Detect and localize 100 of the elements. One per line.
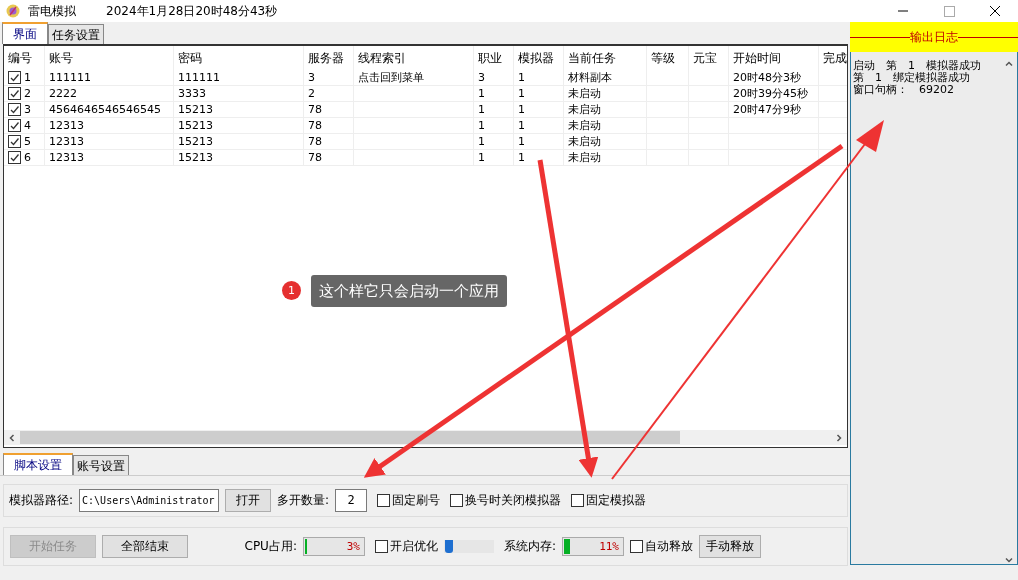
tab[interactable]: 脚本设置 bbox=[3, 453, 73, 475]
table-cell: 3 bbox=[474, 70, 514, 85]
horizontal-scrollbar[interactable] bbox=[4, 430, 847, 445]
path-field[interactable]: C:\Users\Administrator bbox=[79, 488, 220, 512]
column-header[interactable]: 服务器 bbox=[304, 46, 354, 70]
scrollbar-thumb[interactable] bbox=[20, 431, 680, 444]
row-checkbox[interactable] bbox=[8, 103, 21, 116]
table-cell: 111111 bbox=[174, 70, 304, 85]
table-cell: 5 bbox=[24, 135, 31, 148]
table-cell: 未启动 bbox=[564, 118, 647, 133]
table-cell: 1 bbox=[474, 102, 514, 117]
table-cell: 4 bbox=[24, 119, 31, 132]
meter-label: 系统内存: bbox=[503, 537, 556, 555]
table-cell: 6 bbox=[24, 151, 31, 164]
table-cell: 78 bbox=[304, 150, 354, 165]
table-cell: 20时39分45秒 bbox=[729, 86, 819, 101]
table-cell: 20时48分3秒 bbox=[729, 70, 819, 85]
checkbox-label: 自动释放 bbox=[645, 537, 693, 555]
table-cell: 2 bbox=[24, 87, 31, 100]
checkbox-label: 换号时关闭模拟器 bbox=[465, 491, 562, 509]
column-header[interactable]: 密码 bbox=[174, 46, 304, 70]
table-cell: 15213 bbox=[174, 150, 304, 165]
table-cell: 15213 bbox=[174, 102, 304, 117]
table-cell: 1 bbox=[514, 86, 564, 101]
column-header[interactable]: 当前任务 bbox=[564, 46, 647, 70]
checkbox[interactable] bbox=[571, 493, 585, 507]
table-cell: 未启动 bbox=[564, 102, 647, 117]
table-cell: 材料副本 bbox=[564, 70, 647, 85]
column-header[interactable]: 编号 bbox=[4, 46, 45, 70]
meter-reading: 11% bbox=[599, 539, 619, 553]
table-cell: 15213 bbox=[174, 134, 304, 149]
table-cell: 1 bbox=[514, 150, 564, 165]
table-cell: 1 bbox=[474, 118, 514, 133]
checkbox[interactable] bbox=[374, 539, 388, 553]
column-header[interactable]: 开始时间 bbox=[729, 46, 819, 70]
release-button[interactable]: 手动释放 bbox=[699, 534, 761, 558]
tab[interactable]: 账号设置 bbox=[73, 455, 129, 475]
stop-button[interactable]: 全部结束 bbox=[102, 534, 188, 558]
tab[interactable]: 任务设置 bbox=[48, 24, 104, 44]
row-checkbox[interactable] bbox=[8, 71, 21, 84]
scroll-up-icon[interactable] bbox=[1004, 60, 1013, 68]
table-cell: 20时47分9秒 bbox=[729, 102, 819, 117]
meter-reading: 3% bbox=[346, 539, 360, 553]
table-cell: 12313 bbox=[45, 118, 174, 133]
log-line: 窗口句柄： 69202 bbox=[853, 84, 955, 96]
table-cell: 1 bbox=[514, 102, 564, 117]
column-header[interactable]: 职业 bbox=[474, 46, 514, 70]
row-checkbox[interactable] bbox=[8, 151, 21, 164]
table-cell: 1 bbox=[514, 118, 564, 133]
scroll-down-icon[interactable] bbox=[1004, 556, 1013, 564]
table-cell: 1 bbox=[474, 134, 514, 149]
table-cell: 111111 bbox=[45, 70, 174, 85]
tab[interactable]: 界面 bbox=[2, 22, 48, 44]
table-cell: 1 bbox=[474, 86, 514, 101]
meter-label: CPU占用: bbox=[244, 537, 297, 555]
table-cell: 2 bbox=[304, 86, 354, 101]
table-cell: 12313 bbox=[45, 150, 174, 165]
annotation-callout: 这个样它只会启动一个应用 bbox=[311, 275, 507, 307]
table-cell: 点击回到菜单 bbox=[354, 70, 474, 85]
log-line: 启动 第 1 模拟器成功 bbox=[853, 60, 982, 72]
app-icon bbox=[6, 4, 20, 18]
column-header[interactable]: 完成 bbox=[819, 46, 847, 70]
table-cell: 1 bbox=[514, 134, 564, 149]
row-checkbox[interactable] bbox=[8, 87, 21, 100]
checkbox-label: 固定刷号 bbox=[392, 491, 441, 509]
table-cell: 78 bbox=[304, 118, 354, 133]
column-header[interactable]: 账号 bbox=[45, 46, 174, 70]
row-checkbox[interactable] bbox=[8, 119, 21, 132]
scroll-left-icon[interactable] bbox=[8, 433, 16, 442]
table-cell: 1 bbox=[24, 71, 31, 84]
table-cell: 12313 bbox=[45, 134, 174, 149]
table-cell: 1 bbox=[474, 150, 514, 165]
log-title: 输出日志 bbox=[910, 28, 958, 46]
column-header[interactable]: 线程索引 bbox=[354, 46, 474, 70]
row-checkbox[interactable] bbox=[8, 135, 21, 148]
column-header[interactable]: 模拟器 bbox=[514, 46, 564, 70]
open-button[interactable]: 打开 bbox=[225, 488, 272, 512]
scroll-right-icon[interactable] bbox=[835, 433, 843, 442]
table-cell: 1 bbox=[514, 70, 564, 85]
table-cell: 未启动 bbox=[564, 134, 647, 149]
column-header[interactable]: 等级 bbox=[647, 46, 689, 70]
table-cell: 4564646546546545 bbox=[45, 102, 174, 117]
slider-track[interactable] bbox=[443, 539, 494, 553]
table-cell: 3333 bbox=[174, 86, 304, 101]
table-cell: 2222 bbox=[45, 86, 174, 101]
table-cell: 78 bbox=[304, 134, 354, 149]
checkbox-label: 开启优化 bbox=[389, 537, 438, 555]
column-header[interactable]: 元宝 bbox=[689, 46, 729, 70]
table-cell: 78 bbox=[304, 102, 354, 117]
checkbox[interactable] bbox=[450, 493, 464, 507]
field-label: 多开数量: bbox=[277, 491, 330, 509]
checkbox[interactable] bbox=[377, 493, 391, 507]
count-field[interactable]: 2 bbox=[335, 488, 368, 512]
table-cell: 未启动 bbox=[564, 86, 647, 101]
slider-thumb[interactable] bbox=[445, 539, 454, 553]
date-time: 2024年1月28日20时48分43秒 bbox=[106, 2, 278, 20]
table-cell: 3 bbox=[304, 70, 354, 85]
table-cell: 15213 bbox=[174, 118, 304, 133]
checkbox[interactable] bbox=[630, 539, 643, 553]
log-line: 第 1 绑定模拟器成功 bbox=[853, 72, 971, 84]
